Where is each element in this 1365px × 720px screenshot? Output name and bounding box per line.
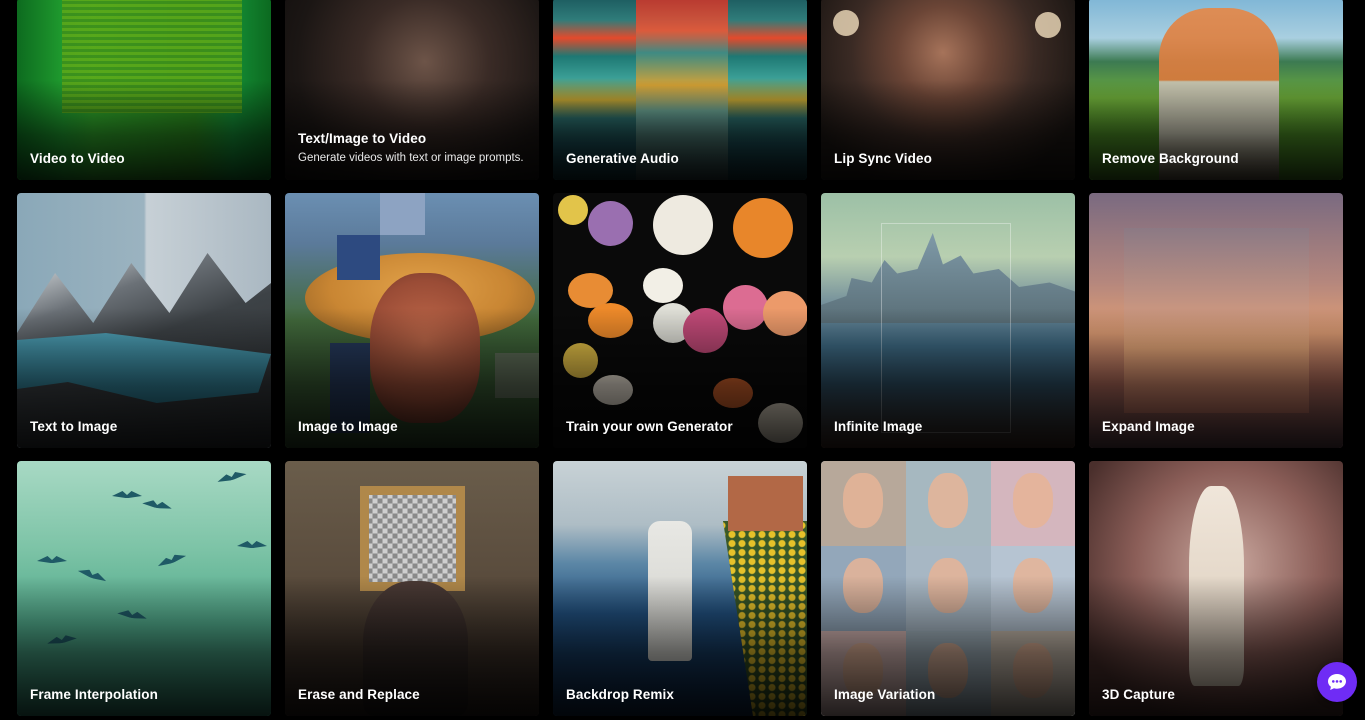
tool-card-title: Remove Background [1102, 151, 1239, 166]
tool-card-image-to-image[interactable]: Image to Image [285, 193, 539, 448]
tool-card-title: Image Variation [834, 687, 936, 702]
tool-card-title: Train your own Generator [566, 419, 733, 434]
tool-card-remove-background[interactable]: Remove Background [1089, 0, 1343, 180]
tool-card-text-to-image[interactable]: Text to Image [17, 193, 271, 448]
tool-card-video-to-video[interactable]: Video to Video [17, 0, 271, 180]
tool-card-title: Text to Image [30, 419, 118, 434]
tool-card-erase-and-replace[interactable]: Erase and Replace [285, 461, 539, 716]
tool-card-title: Text/Image to Video [298, 131, 427, 146]
tool-card-title: Image to Image [298, 419, 398, 434]
tool-card-infinite-image[interactable]: Infinite Image [821, 193, 1075, 448]
tool-card-title: 3D Capture [1102, 687, 1176, 702]
tool-card-3d-capture[interactable]: 3D Capture [1089, 461, 1343, 716]
tool-card-image-variation[interactable]: Image Variation [821, 461, 1075, 716]
tool-card-lip-sync-video[interactable]: Lip Sync Video [821, 0, 1075, 180]
tool-card-title: Expand Image [1102, 419, 1195, 434]
tool-card-title: Frame Interpolation [30, 687, 158, 702]
tool-card-description: Generate videos with text or image promp… [298, 152, 524, 164]
tool-card-title: Lip Sync Video [834, 151, 932, 166]
tool-card-backdrop-remix[interactable]: Backdrop Remix [553, 461, 807, 716]
tool-card-frame-interpolation[interactable]: Frame Interpolation [17, 461, 271, 716]
chat-support-button[interactable] [1317, 662, 1357, 702]
tool-card-expand-image[interactable]: Expand Image [1089, 193, 1343, 448]
tool-card-generative-audio[interactable]: Generative Audio [553, 0, 807, 180]
tool-card-text-image-to-video[interactable]: Text/Image to Video Generate videos with… [285, 0, 539, 180]
chat-bubble-icon [1328, 674, 1346, 690]
tool-card-title: Erase and Replace [298, 687, 420, 702]
tool-card-train-your-own-generator[interactable]: Train your own Generator [553, 193, 807, 448]
tool-card-title: Generative Audio [566, 151, 679, 166]
tool-card-title: Video to Video [30, 151, 125, 166]
tool-card-title: Backdrop Remix [566, 687, 674, 702]
tools-grid: Video to Video Text/Image to Video Gener… [0, 0, 1365, 720]
tool-card-title: Infinite Image [834, 419, 923, 434]
